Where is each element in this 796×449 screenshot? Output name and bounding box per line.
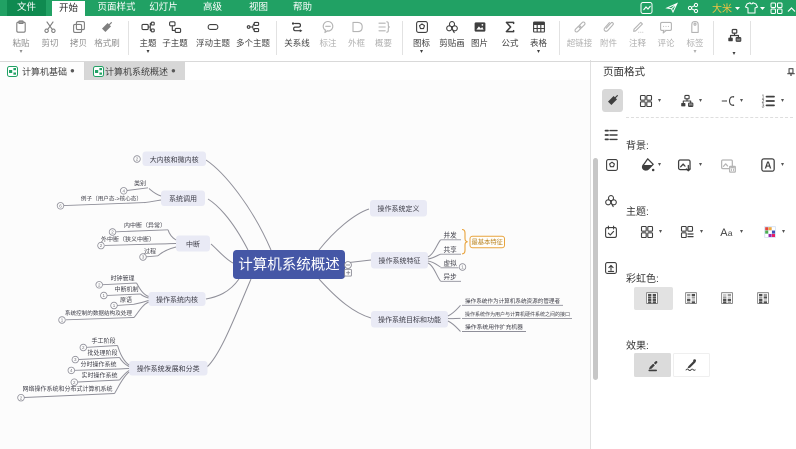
svg-text:网络操作系统和分布式计算机系统: 网络操作系统和分布式计算机系统 [22,385,112,393]
svg-text:大米: 大米 [712,2,732,14]
svg-text:手工阶段: 手工阶段 [91,337,115,345]
svg-text:时钟管理: 时钟管理 [110,275,134,283]
svg-text:分时操作系统: 分时操作系统 [80,361,116,369]
svg-text:类别: 类别 [134,180,146,188]
svg-text:操作系统用作扩充机器: 操作系统用作扩充机器 [465,323,523,331]
svg-text:实时操作系统: 实时操作系统 [81,372,117,380]
svg-text:并发: 并发 [444,231,458,240]
svg-text:操作系统发展和分类: 操作系统发展和分类 [137,364,200,373]
svg-text:3: 3 [761,104,764,109]
svg-text:操作系统内核: 操作系统内核 [156,295,198,304]
svg-text:操作系统特征: 操作系统特征 [379,256,421,265]
svg-text:中断: 中断 [186,240,200,249]
svg-text:批处理阶段: 批处理阶段 [87,349,117,357]
svg-text:a: a [728,228,733,238]
svg-text:操作系统定义: 操作系统定义 [378,204,420,213]
svg-text:共享: 共享 [444,245,458,254]
svg-text:外中断（狭义中断）: 外中断（狭义中断） [101,236,155,244]
svg-text:计算机系统概述: 计算机系统概述 [238,257,340,274]
svg-text:系统控制的数据结构及处理: 系统控制的数据结构及处理 [65,309,133,317]
svg-text:最基本特征: 最基本特征 [471,237,503,246]
svg-text:过程: 过程 [144,248,156,256]
svg-text:操作系统作为用户与计算机硬件系统之间的接口: 操作系统作为用户与计算机硬件系统之间的接口 [465,311,570,318]
svg-text:内中断（异常）: 内中断（异常） [124,222,166,230]
svg-text:操作系统作为计算机系统资源的管理者: 操作系统作为计算机系统资源的管理者 [465,297,561,305]
svg-text:大内核和微内核: 大内核和微内核 [150,155,199,164]
svg-text:虚拟: 虚拟 [444,259,458,268]
svg-text:系统调用: 系统调用 [169,194,197,203]
svg-text:A: A [764,160,771,171]
svg-text:中断机制: 中断机制 [114,286,138,294]
svg-text:原语: 原语 [120,296,132,304]
svg-text:例子（用户态->核心态）: 例子（用户态->核心态） [81,194,142,202]
svg-text:异步: 异步 [444,273,458,281]
svg-text:操作系统目标和功能: 操作系统目标和功能 [378,315,441,324]
